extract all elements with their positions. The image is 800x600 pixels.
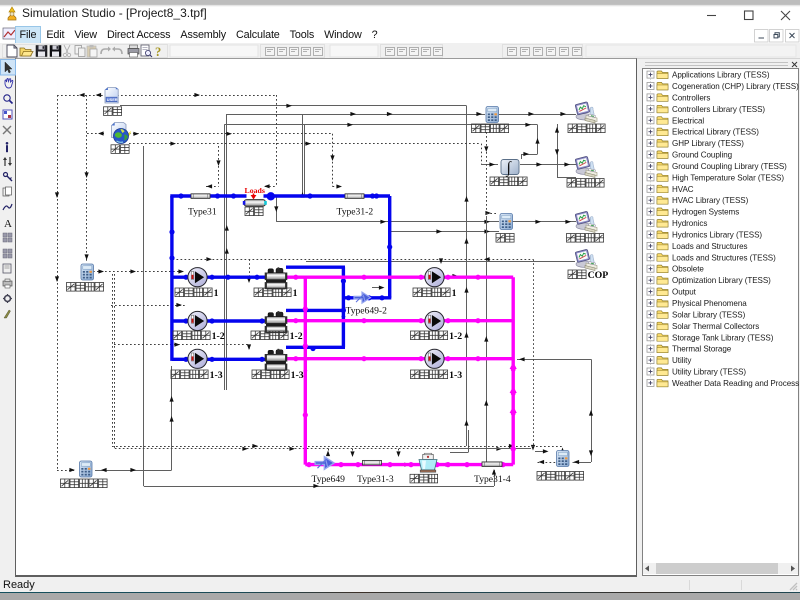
svg-text:Utility Library (TESS): Utility Library (TESS) [672, 368, 746, 377]
svg-text:Type31-4: Type31-4 [474, 474, 511, 485]
svg-text:1-2: 1-2 [290, 331, 303, 342]
svg-text:1-3: 1-3 [449, 370, 462, 381]
svg-text:Obsolete: Obsolete [672, 265, 704, 274]
svg-text:Loads and Structures (TESS): Loads and Structures (TESS) [672, 253, 776, 262]
svg-text:Storage Tank Library (TESS): Storage Tank Library (TESS) [672, 333, 774, 342]
svg-text:Ground Coupling Library (TESS): Ground Coupling Library (TESS) [672, 162, 787, 171]
svg-text:GHP Library (TESS): GHP Library (TESS) [672, 139, 744, 148]
svg-text:Electrical: Electrical [672, 116, 704, 125]
svg-text:1: 1 [214, 288, 219, 299]
svg-text:Thermal Storage: Thermal Storage [672, 345, 732, 354]
svg-text:Optimization Library (TESS): Optimization Library (TESS) [672, 276, 771, 285]
svg-text:Loads: Loads [245, 186, 265, 195]
svg-text:Solar Thermal Collectors: Solar Thermal Collectors [672, 322, 759, 331]
svg-text:1: 1 [293, 288, 298, 299]
svg-text:HVAC: HVAC [672, 185, 694, 194]
svg-text:Type649: Type649 [312, 474, 346, 485]
svg-text:Applications Library (TESS): Applications Library (TESS) [672, 71, 770, 80]
svg-text:HVAC Library (TESS): HVAC Library (TESS) [672, 196, 749, 205]
svg-text:Ground Coupling: Ground Coupling [672, 151, 732, 160]
svg-text:1-3: 1-3 [291, 370, 304, 381]
svg-text:Utility: Utility [672, 356, 691, 365]
svg-text:Controllers: Controllers [672, 93, 710, 102]
svg-text:USER: USER [107, 97, 118, 102]
svg-text:A: A [4, 218, 12, 230]
svg-text:Physical Phenomena: Physical Phenomena [672, 299, 747, 308]
svg-text:Cogeneration (CHP) Library (TE: Cogeneration (CHP) Library (TESS) [672, 82, 799, 91]
svg-text:Weather Data Reading and Proce: Weather Data Reading and Process [672, 379, 799, 388]
svg-text:COP: COP [588, 270, 609, 281]
svg-text:Type31: Type31 [188, 207, 217, 218]
svg-text:Hydronics: Hydronics [672, 219, 707, 228]
svg-text:Electrical Library (TESS): Electrical Library (TESS) [672, 128, 759, 137]
svg-text:Hydrogen Systems: Hydrogen Systems [672, 208, 739, 217]
svg-text:Type31-2: Type31-2 [337, 207, 374, 218]
svg-text:Controllers Library (TESS): Controllers Library (TESS) [672, 105, 765, 114]
svg-text:Output: Output [672, 288, 697, 297]
svg-text:Solar Library (TESS): Solar Library (TESS) [672, 310, 746, 319]
svg-text:Type31-3: Type31-3 [357, 474, 394, 485]
svg-text:1-2: 1-2 [449, 331, 462, 342]
svg-text:1-3: 1-3 [210, 370, 223, 381]
svg-text:Loads and Structures: Loads and Structures [672, 242, 748, 251]
svg-text:1-2: 1-2 [212, 331, 225, 342]
svg-text:1: 1 [452, 288, 457, 299]
svg-text:Type649-2: Type649-2 [346, 306, 388, 317]
svg-text:High Temperature Solar (TESS): High Temperature Solar (TESS) [672, 173, 784, 182]
svg-text:Hydronics Library (TESS): Hydronics Library (TESS) [672, 231, 762, 240]
